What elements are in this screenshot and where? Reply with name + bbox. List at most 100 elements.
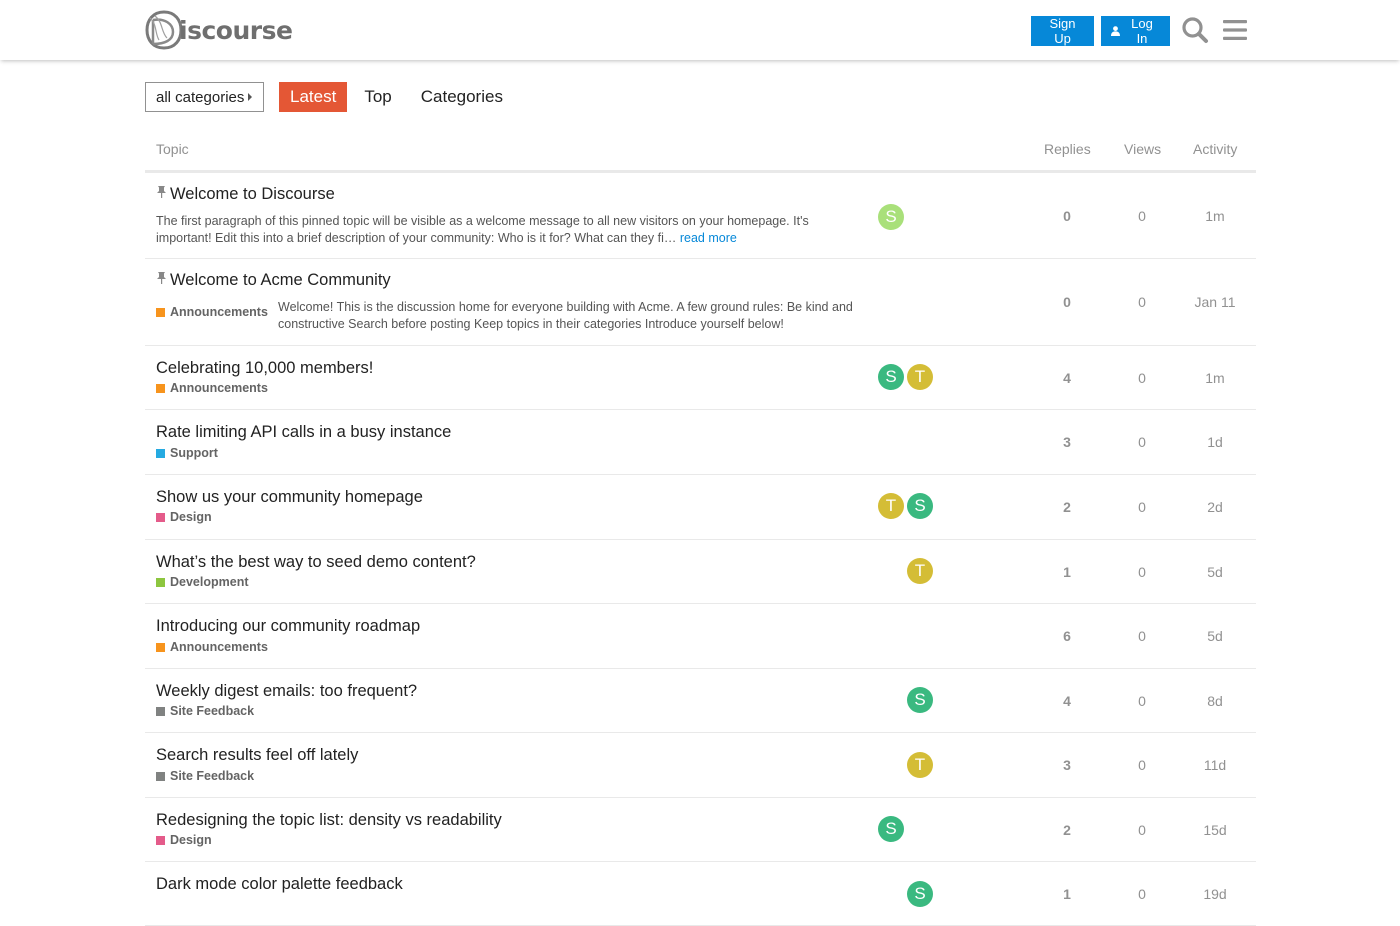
category-name: Announcements xyxy=(170,381,268,395)
category-badge[interactable]: Development xyxy=(156,575,249,589)
topic-title[interactable]: Search results feel off lately xyxy=(156,746,358,765)
replies-count: 1 xyxy=(1063,564,1071,580)
caret-right-icon xyxy=(248,93,252,101)
topic-excerpt: The first paragraph of this pinned topic… xyxy=(156,213,816,247)
replies-count: 6 xyxy=(1063,628,1071,644)
category-color-swatch xyxy=(156,706,165,716)
table-row[interactable]: Celebrating 10,000 members! Announcement… xyxy=(145,346,1256,410)
header-replies[interactable]: Replies xyxy=(1044,141,1091,157)
replies-count: 4 xyxy=(1063,370,1071,386)
topic-title[interactable]: Welcome to Discourse xyxy=(156,185,335,204)
category-color-swatch xyxy=(156,771,165,781)
table-row[interactable]: Redesigning the topic list: density vs r… xyxy=(145,798,1256,862)
replies-count: 2 xyxy=(1063,499,1071,515)
discourse-logo[interactable]: iscourse xyxy=(145,10,293,50)
category-name: Design xyxy=(170,510,212,524)
table-row[interactable]: Weekly digest emails: too frequent? Site… xyxy=(145,669,1256,733)
topic-title[interactable]: Introducing our community roadmap xyxy=(156,617,420,636)
avatar[interactable]: S xyxy=(907,881,933,907)
activity-time[interactable]: 2d xyxy=(1185,499,1245,515)
category-name: Support xyxy=(170,446,218,460)
category-color-swatch xyxy=(156,448,165,458)
category-badge[interactable]: Design xyxy=(156,510,212,524)
category-badge[interactable]: Support xyxy=(156,446,218,460)
user-icon xyxy=(1111,26,1120,36)
category-badge[interactable]: Announcements xyxy=(156,305,268,319)
category-dropdown[interactable]: all categories xyxy=(145,82,264,112)
header-views[interactable]: Views xyxy=(1124,141,1161,157)
sign-up-button[interactable]: Sign Up xyxy=(1031,16,1094,46)
avatar[interactable]: T xyxy=(907,364,933,390)
table-row[interactable]: Welcome to Acme Community Announcements … xyxy=(145,259,1256,346)
category-name: Design xyxy=(170,833,212,847)
topic-title[interactable]: Rate limiting API calls in a busy instan… xyxy=(156,423,451,442)
header-activity[interactable]: Activity xyxy=(1193,141,1237,157)
category-name: Announcements xyxy=(170,305,268,319)
activity-time[interactable]: 5d xyxy=(1185,564,1245,580)
views-count: 0 xyxy=(1138,294,1146,310)
category-badge[interactable]: Site Feedback xyxy=(156,704,254,718)
avatar[interactable]: S xyxy=(907,493,933,519)
category-color-swatch xyxy=(156,383,165,393)
topic-title[interactable]: Dark mode color palette feedback xyxy=(156,875,403,894)
activity-time[interactable]: 15d xyxy=(1185,822,1245,838)
tab-top[interactable]: Top xyxy=(364,82,391,112)
tab-latest[interactable]: Latest xyxy=(279,82,348,112)
avatar[interactable]: S xyxy=(878,204,904,230)
category-badge[interactable]: Site Feedback xyxy=(156,769,254,783)
category-name: Announcements xyxy=(170,640,268,654)
pin-icon xyxy=(157,186,166,198)
activity-time[interactable]: 1m xyxy=(1185,370,1245,386)
category-name: Development xyxy=(170,575,249,589)
activity-time[interactable]: 11d xyxy=(1185,757,1245,773)
category-badge[interactable]: Announcements xyxy=(156,381,268,395)
avatar[interactable]: S xyxy=(878,816,904,842)
header-topic[interactable]: Topic xyxy=(156,141,189,157)
replies-count: 2 xyxy=(1063,822,1071,838)
table-row[interactable]: What’s the best way to seed demo content… xyxy=(145,540,1256,604)
table-row[interactable]: Dark mode color palette feedback S 1 0 1… xyxy=(145,862,1256,926)
hamburger-menu-icon[interactable] xyxy=(1221,16,1249,44)
views-count: 0 xyxy=(1138,370,1146,386)
topic-list: Topic Replies Views Activity Welcome to … xyxy=(145,130,1256,926)
read-more-link[interactable]: read more xyxy=(680,231,737,245)
activity-time[interactable]: 8d xyxy=(1185,693,1245,709)
views-count: 0 xyxy=(1138,434,1146,450)
category-color-swatch xyxy=(156,642,165,652)
category-badge[interactable]: Announcements xyxy=(156,640,268,654)
activity-time[interactable]: 5d xyxy=(1185,628,1245,644)
activity-time[interactable]: 1d xyxy=(1185,434,1245,450)
avatar[interactable]: T xyxy=(907,558,933,584)
log-in-button[interactable]: Log In xyxy=(1101,16,1170,46)
category-color-swatch xyxy=(156,512,165,522)
avatar[interactable]: S xyxy=(907,687,933,713)
avatar[interactable]: T xyxy=(878,493,904,519)
table-row[interactable]: Search results feel off lately Site Feed… xyxy=(145,733,1256,798)
topic-title-text: Welcome to Discourse xyxy=(170,185,335,203)
topic-title[interactable]: Weekly digest emails: too frequent? xyxy=(156,682,417,701)
table-row[interactable]: Welcome to Discourse The first paragraph… xyxy=(145,173,1256,259)
tab-categories[interactable]: Categories xyxy=(421,82,503,112)
table-row[interactable]: Introducing our community roadmap Announ… xyxy=(145,604,1256,669)
category-color-swatch xyxy=(156,307,165,317)
site-header: iscourse Sign Up Log In xyxy=(0,0,1400,60)
topic-title[interactable]: Welcome to Acme Community xyxy=(156,271,391,290)
table-row[interactable]: Show us your community homepage Design T… xyxy=(145,475,1256,540)
topic-title[interactable]: Redesigning the topic list: density vs r… xyxy=(156,811,502,830)
replies-count: 3 xyxy=(1063,757,1071,773)
views-count: 0 xyxy=(1138,693,1146,709)
avatar[interactable]: T xyxy=(907,752,933,778)
topic-title[interactable]: What’s the best way to seed demo content… xyxy=(156,553,476,572)
category-badge[interactable]: Design xyxy=(156,833,212,847)
search-icon[interactable] xyxy=(1181,16,1209,44)
table-row[interactable]: Rate limiting API calls in a busy instan… xyxy=(145,410,1256,475)
avatar[interactable]: S xyxy=(878,364,904,390)
topic-title[interactable]: Show us your community homepage xyxy=(156,488,423,507)
views-count: 0 xyxy=(1138,628,1146,644)
discourse-logo-icon xyxy=(145,10,183,50)
activity-time[interactable]: 1m xyxy=(1185,208,1245,224)
views-count: 0 xyxy=(1138,564,1146,580)
topic-title[interactable]: Celebrating 10,000 members! xyxy=(156,359,373,378)
topic-excerpt: Welcome! This is the discussion home for… xyxy=(278,300,853,331)
activity-time[interactable]: Jan 11 xyxy=(1185,294,1245,310)
